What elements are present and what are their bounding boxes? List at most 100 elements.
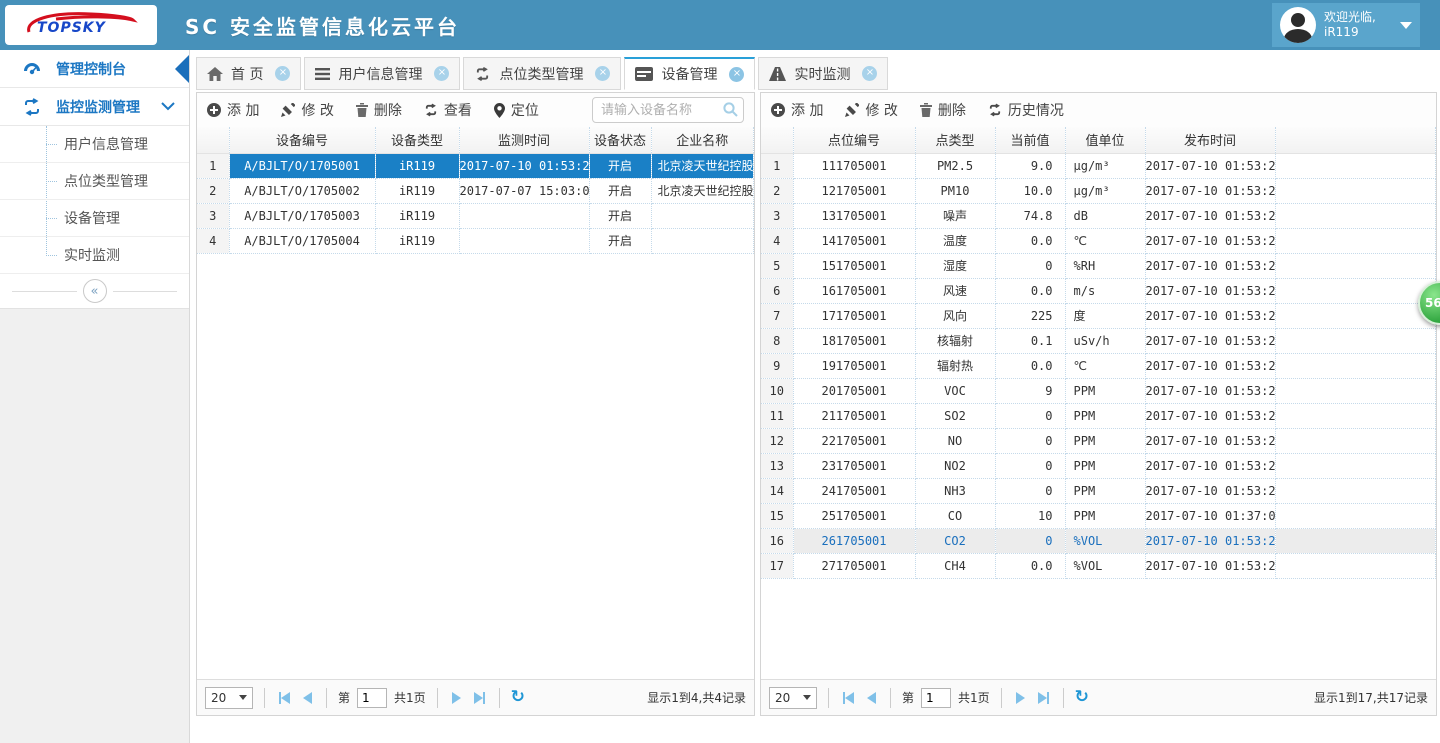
cell: 2017-07-10 01:53:22 [1145, 153, 1275, 178]
row-number: 12 [761, 428, 793, 453]
refresh-icon [988, 103, 1002, 117]
page-number-input[interactable] [921, 688, 951, 708]
cell: 2017-07-07 15:03:05 [459, 178, 589, 203]
page-size-select[interactable]: 20 [205, 687, 253, 709]
column-header[interactable]: 设备类型 [375, 127, 459, 153]
column-header[interactable] [197, 127, 229, 153]
edit-button[interactable]: 修 改 [845, 100, 897, 120]
close-icon[interactable]: × [729, 67, 744, 82]
view-button[interactable]: 查看 [424, 100, 472, 120]
column-header[interactable]: 企业名称 [651, 127, 754, 153]
sidebar-item-console[interactable]: 管理控制台 [0, 50, 189, 88]
table-row[interactable]: 17271705001CH40.0%VOL2017-07-10 01:53:21 [761, 553, 1436, 578]
table-row[interactable]: 16261705001CO20%VOL2017-07-10 01:53:22 [761, 528, 1436, 553]
tab-point-type[interactable]: 点位类型管理 × [463, 57, 621, 90]
column-header[interactable] [761, 127, 793, 153]
table-row[interactable]: 5151705001湿度0%RH2017-07-10 01:53:22 [761, 253, 1436, 278]
sidebar-item-user-info[interactable]: 用户信息管理 [0, 126, 189, 163]
table-row[interactable]: 1A/BJLT/O/1705001iR1192017-07-10 01:53:2… [197, 153, 754, 178]
close-icon[interactable]: × [275, 66, 290, 81]
search-input[interactable] [592, 97, 744, 123]
column-header[interactable]: 当前值 [995, 127, 1065, 153]
table-row[interactable]: 1111705001PM2.59.0μg/m³2017-07-10 01:53:… [761, 153, 1436, 178]
column-header[interactable]: 设备状态 [589, 127, 651, 153]
search-icon[interactable] [723, 102, 738, 117]
cell: CO [915, 503, 995, 528]
table-row[interactable]: 8181705001核辐射0.1uSv/h2017-07-10 01:53:21 [761, 328, 1436, 353]
column-header[interactable]: 监测时间 [459, 127, 589, 153]
add-button[interactable]: 添 加 [207, 100, 259, 120]
sidebar-item-realtime[interactable]: 实时监测 [0, 237, 189, 274]
table-row[interactable]: 13231705001NO20PPM2017-07-10 01:53:22 [761, 453, 1436, 478]
table-row[interactable]: 2121705001PM1010.0μg/m³2017-07-10 01:53:… [761, 178, 1436, 203]
cell: 0 [995, 528, 1065, 553]
add-button[interactable]: 添 加 [771, 100, 823, 120]
prev-page-button[interactable] [300, 692, 315, 704]
cell: 2017-07-10 01:53:21 [1145, 428, 1275, 453]
last-page-button[interactable] [471, 692, 488, 704]
table-row[interactable]: 14241705001NH30PPM2017-07-10 01:53:21 [761, 478, 1436, 503]
cell: 0 [995, 478, 1065, 503]
table-row[interactable]: 12221705001NO0PPM2017-07-10 01:53:21 [761, 428, 1436, 453]
table-row[interactable]: 11211705001SO20PPM2017-07-10 01:53:22 [761, 403, 1436, 428]
table-row[interactable]: 4A/BJLT/O/1705004iR119开启 [197, 228, 754, 253]
delete-button[interactable]: 删除 [920, 100, 966, 120]
column-header[interactable]: 值单位 [1065, 127, 1145, 153]
cell: 0.1 [995, 328, 1065, 353]
close-icon[interactable]: × [595, 66, 610, 81]
chevron-down-icon[interactable] [161, 102, 175, 111]
page-number-input[interactable] [357, 688, 387, 708]
edit-button[interactable]: 修 改 [281, 100, 333, 120]
collapse-sidebar-button[interactable]: « [83, 279, 107, 303]
cell: 10.0 [995, 178, 1065, 203]
cell: 111705001 [793, 153, 915, 178]
prev-page-button[interactable] [864, 692, 879, 704]
table-row[interactable]: 3131705001噪声74.8dB2017-07-10 01:53:22 [761, 203, 1436, 228]
pencil-icon [281, 103, 295, 117]
sidebar-item-label: 监控监测管理 [56, 97, 140, 117]
sidebar-item-device-mgmt[interactable]: 设备管理 [0, 200, 189, 237]
cell: 开启 [589, 178, 651, 203]
last-page-button[interactable] [1035, 692, 1052, 704]
loop-icon [22, 98, 42, 116]
cell: ℃ [1065, 228, 1145, 253]
column-header[interactable]: 点位编号 [793, 127, 915, 153]
table-row[interactable]: 7171705001风向225度2017-07-10 01:53:21 [761, 303, 1436, 328]
cell: 湿度 [915, 253, 995, 278]
tab-realtime[interactable]: 实时监测 × [758, 57, 888, 90]
sidebar-item-point-type[interactable]: 点位类型管理 [0, 163, 189, 200]
column-header[interactable]: 发布时间 [1145, 127, 1275, 153]
column-header[interactable]: 设备编号 [229, 127, 375, 153]
first-page-button[interactable] [840, 692, 857, 704]
column-header[interactable] [1275, 127, 1436, 153]
history-button[interactable]: 历史情况 [988, 100, 1064, 120]
page-title: SC 安全监管信息化云平台 [185, 11, 460, 40]
refresh-icon[interactable]: ↻ [1075, 689, 1089, 706]
tab-user-info[interactable]: 用户信息管理 × [304, 57, 460, 90]
cell: 2017-07-10 01:53:22 [1145, 378, 1275, 403]
close-icon[interactable]: × [434, 66, 449, 81]
table-row[interactable]: 2A/BJLT/O/1705002iR1192017-07-07 15:03:0… [197, 178, 754, 203]
table-row[interactable]: 9191705001辐射热0.0℃2017-07-10 01:53:21 [761, 353, 1436, 378]
next-page-button[interactable] [449, 692, 464, 704]
sidebar-item-monitor-mgmt[interactable]: 监控监测管理 [0, 88, 189, 126]
tab-home[interactable]: 首 页 × [196, 57, 301, 90]
first-page-button[interactable] [276, 692, 293, 704]
locate-button[interactable]: 定位 [494, 100, 539, 120]
close-icon[interactable]: × [862, 66, 877, 81]
table-row[interactable]: 6161705001风速0.0m/s2017-07-10 01:53:21 [761, 278, 1436, 303]
page-size-select[interactable]: 20 [769, 687, 817, 709]
refresh-icon[interactable]: ↻ [511, 689, 525, 706]
column-header[interactable]: 点类型 [915, 127, 995, 153]
cell: 2017-07-10 01:53:21 [1145, 303, 1275, 328]
next-page-button[interactable] [1013, 692, 1028, 704]
table-row[interactable]: 15251705001CO10PPM2017-07-10 01:37:01 [761, 503, 1436, 528]
chevron-down-icon[interactable] [1400, 22, 1412, 29]
table-row[interactable]: 4141705001温度0.0℃2017-07-10 01:53:22 [761, 228, 1436, 253]
delete-button[interactable]: 删除 [356, 100, 402, 120]
table-row[interactable]: 3A/BJLT/O/1705003iR119开启 [197, 203, 754, 228]
tab-device-mgmt[interactable]: 设备管理 × [624, 57, 755, 90]
table-row[interactable]: 10201705001VOC9PPM2017-07-10 01:53:22 [761, 378, 1436, 403]
cell: 2017-07-10 01:53:21 [1145, 478, 1275, 503]
user-menu[interactable]: 欢迎光临, iR119 [1272, 3, 1420, 47]
